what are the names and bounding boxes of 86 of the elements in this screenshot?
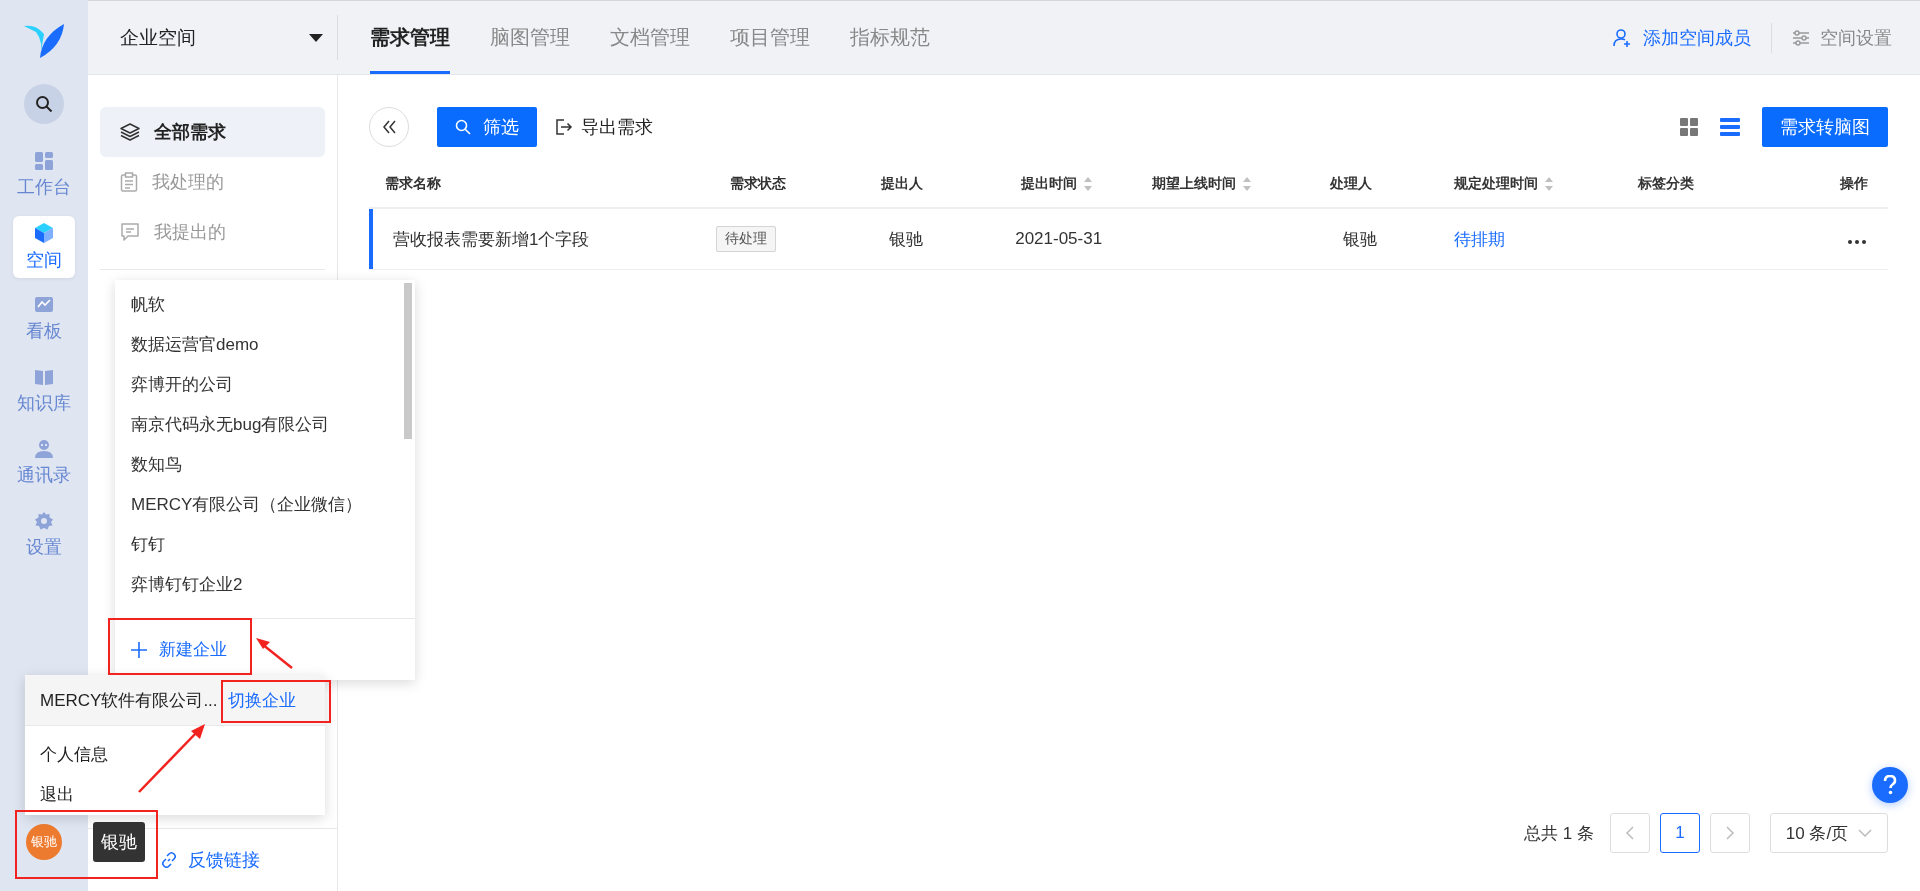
- table-cell-text: 营收报表需要新增1个字段: [393, 228, 590, 251]
- page-button[interactable]: 1: [1660, 813, 1700, 853]
- add-user-icon: [1613, 27, 1633, 48]
- user-avatar[interactable]: 银驰: [26, 824, 62, 860]
- search-icon: [35, 95, 53, 113]
- convert-to-mindmap-button[interactable]: 需求转脑图: [1762, 107, 1888, 147]
- column-header: 需求状态: [729, 175, 786, 193]
- chart-icon: [34, 295, 54, 315]
- company-option[interactable]: 弈博开的公司: [115, 364, 415, 404]
- new-company-button[interactable]: 新建企业: [131, 638, 227, 661]
- company-option[interactable]: 数知鸟: [115, 444, 415, 484]
- tooltip: 银驰: [93, 822, 145, 862]
- cube-icon: [33, 222, 55, 244]
- column-header: 提出人: [881, 175, 924, 193]
- rail-item[interactable]: 看板: [13, 288, 75, 350]
- comment-icon: [120, 222, 140, 242]
- chevron-down-icon: [1858, 829, 1873, 837]
- search-button[interactable]: [24, 84, 64, 124]
- chevron-right-icon: [1726, 826, 1734, 840]
- person-icon: [34, 439, 54, 459]
- company-option[interactable]: MERCY有限公司（企业微信）: [115, 484, 415, 524]
- space-settings-button[interactable]: 空间设置: [1792, 25, 1892, 50]
- layers-icon: [120, 122, 140, 142]
- scrollbar[interactable]: [404, 283, 412, 439]
- settings-icon: [34, 511, 54, 531]
- chevron-left-icon: [1626, 826, 1634, 840]
- total-count: 总共 1 条: [1524, 822, 1594, 845]
- collapse-button[interactable]: [369, 107, 409, 147]
- link-icon: [160, 851, 178, 869]
- rail-item[interactable]: 工作台: [13, 144, 75, 206]
- table-cell-text: 银驰: [1342, 228, 1377, 251]
- page-size-select[interactable]: 10 条/页: [1770, 813, 1888, 853]
- column-header: 操作: [1840, 175, 1868, 193]
- table-cell: 2021-05-31: [1015, 229, 1103, 249]
- company-option[interactable]: 弈博钉钉企业2: [115, 564, 415, 604]
- rail-item[interactable]: 知识库: [13, 360, 75, 422]
- dashboard-icon: [34, 151, 54, 171]
- question-mark-icon: [1883, 775, 1897, 795]
- caret-icon: [309, 33, 323, 42]
- tab[interactable]: 脑图管理: [490, 1, 570, 74]
- tab[interactable]: 项目管理: [730, 1, 810, 74]
- menu-item[interactable]: 退出: [25, 774, 325, 814]
- rail-item[interactable]: 设置: [13, 504, 75, 566]
- search-icon: [455, 119, 471, 135]
- rail-item[interactable]: 空间: [13, 216, 75, 278]
- menu-item[interactable]: 个人信息: [25, 734, 325, 774]
- sliders-icon: [1792, 29, 1810, 46]
- list-view-icon[interactable]: [1720, 118, 1740, 136]
- plus-icon: [131, 641, 147, 658]
- tab[interactable]: 指标规范: [850, 1, 930, 74]
- grid-view-icon[interactable]: [1680, 118, 1698, 136]
- nav-item[interactable]: 我提出的: [100, 207, 325, 257]
- more-icon[interactable]: [1848, 240, 1866, 244]
- tab[interactable]: 文档管理: [610, 1, 690, 74]
- annotation-arrow: [256, 638, 293, 669]
- feedback-link[interactable]: 反馈链接: [160, 848, 260, 872]
- company-option[interactable]: 钉钉: [115, 524, 415, 564]
- add-member-button[interactable]: 添加空间成员: [1613, 25, 1751, 50]
- company-option[interactable]: 南京代码永无bug有限公司: [115, 404, 415, 444]
- column-header[interactable]: 提出时间: [1021, 175, 1094, 193]
- annotation-arrow: [138, 724, 205, 793]
- switch-company-link[interactable]: 切换企业: [227, 688, 296, 712]
- current-company: MERCY软件有限公司...: [40, 689, 218, 712]
- clipboard-icon: [120, 172, 138, 192]
- rail-item[interactable]: 通讯录: [13, 432, 75, 494]
- column-header: 处理人: [1329, 175, 1372, 193]
- space-dropdown[interactable]: 企业空间: [88, 15, 338, 60]
- company-option[interactable]: 数据运营官demo: [115, 324, 415, 364]
- sort-icon: [1083, 176, 1094, 192]
- sort-icon: [1544, 176, 1554, 192]
- column-header[interactable]: 规定处理时间: [1454, 175, 1554, 193]
- nav-item[interactable]: 全部需求: [100, 107, 325, 157]
- export-icon: [555, 118, 573, 136]
- filter-button[interactable]: 筛选: [437, 107, 537, 147]
- table-cell-text: 银驰: [889, 228, 924, 251]
- sort-icon: [1241, 176, 1252, 192]
- column-header: 标签分类: [1637, 175, 1694, 193]
- export-button[interactable]: 导出需求: [555, 115, 653, 139]
- column-header[interactable]: 期望上线时间: [1151, 175, 1252, 193]
- status-tag: 待处理: [715, 226, 776, 252]
- nav-item[interactable]: 我处理的: [100, 157, 325, 207]
- table-cell-text: 待排期: [1454, 228, 1505, 251]
- column-header: 需求名称: [385, 175, 441, 193]
- book-icon: [34, 367, 54, 387]
- company-option[interactable]: 帆软: [115, 284, 415, 324]
- double-chevron-icon: [381, 120, 397, 134]
